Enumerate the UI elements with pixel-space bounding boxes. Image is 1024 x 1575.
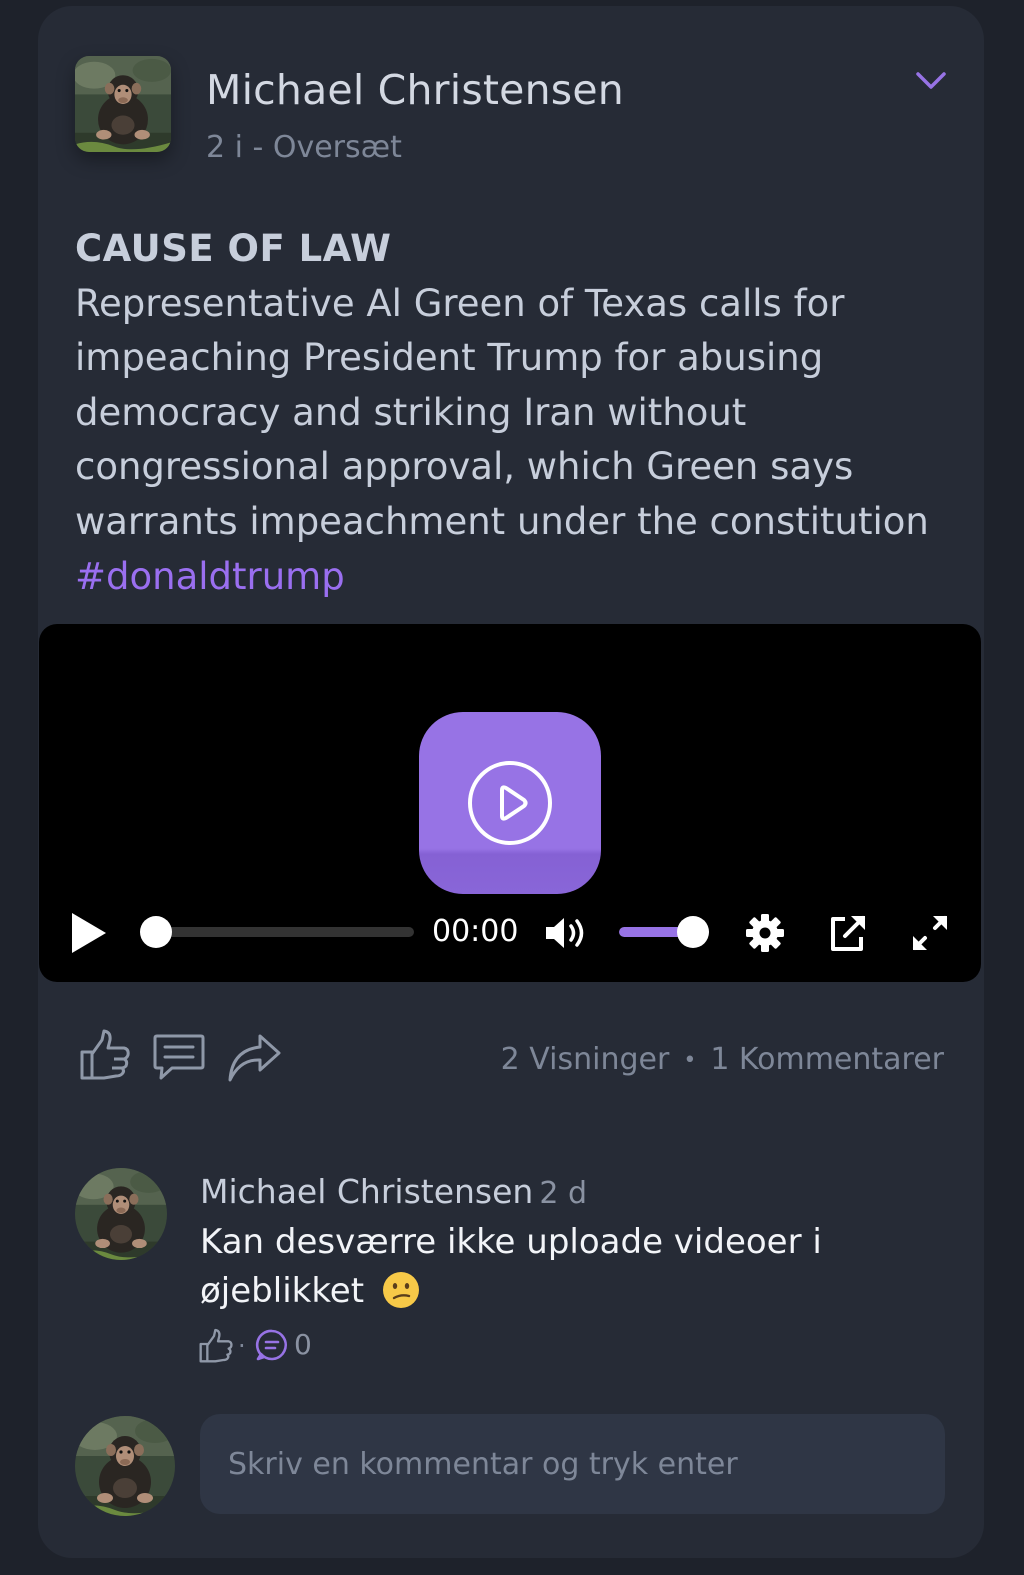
stats-separator: • (683, 1048, 697, 1073)
volume-handle[interactable] (677, 916, 709, 948)
progress-handle[interactable] (140, 916, 172, 948)
comment-header: Michael Christensen 2 d (200, 1172, 587, 1211)
like-icon[interactable] (78, 1028, 132, 1082)
confused-face-icon (382, 1272, 419, 1308)
video-player[interactable]: 00:00 (39, 624, 981, 982)
reply-count: 0 (294, 1328, 312, 1361)
author-name[interactable]: Michael Christensen (206, 66, 624, 114)
comment-body: Kan desværre ikke uploade videoer i øjeb… (200, 1222, 822, 1311)
post-stats: 2 Visninger • 1 Kommentarer (501, 1042, 944, 1077)
comment-avatar[interactable] (75, 1168, 167, 1260)
hashtag-link[interactable]: #donaldtrump (75, 555, 345, 598)
comment-input[interactable] (200, 1414, 945, 1514)
fullscreen-icon[interactable] (909, 912, 951, 954)
comment-actions-separator: · (238, 1332, 246, 1360)
volume-icon[interactable] (544, 915, 592, 951)
current-user-avatar (75, 1416, 175, 1516)
comment-text: Kan desværre ikke uploade videoer i øjeb… (200, 1218, 940, 1316)
author-avatar[interactable] (75, 56, 171, 152)
post-meta[interactable]: 2 i - Oversæt (206, 130, 402, 165)
progress-bar[interactable] (149, 927, 414, 937)
reply-icon[interactable] (255, 1328, 289, 1362)
post-text: CAUSE OF LAW Representative Al Green of … (75, 222, 955, 604)
comment-icon[interactable] (152, 1032, 206, 1082)
comment-author[interactable]: Michael Christensen (200, 1172, 533, 1211)
comment-like-icon[interactable] (198, 1328, 234, 1364)
views-count: 2 Visninger (500, 1042, 670, 1077)
post-body: Representative Al Green of Texas calls f… (75, 281, 929, 543)
post-card: Michael Christensen 2 i - Oversæt CAUSE … (38, 6, 984, 1558)
comment-time: 2 d (539, 1176, 588, 1211)
settings-icon[interactable] (744, 912, 786, 954)
play-circle-icon (468, 761, 552, 845)
post-headline: CAUSE OF LAW (75, 227, 392, 270)
big-play-button[interactable] (419, 712, 601, 894)
popout-icon[interactable] (827, 912, 869, 954)
chevron-down-icon[interactable] (914, 68, 948, 94)
comments-count[interactable]: 1 Kommentarer (710, 1042, 944, 1077)
video-time: 00:00 (432, 914, 519, 949)
share-icon[interactable] (226, 1032, 282, 1084)
play-icon[interactable] (69, 910, 109, 956)
